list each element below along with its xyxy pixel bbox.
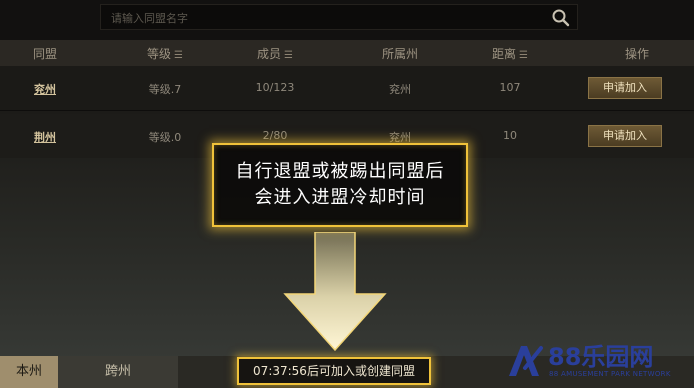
- search-input[interactable]: [109, 8, 533, 28]
- arrow-down-icon: [283, 232, 387, 352]
- sort-icon: ☰: [519, 49, 528, 61]
- tab-local-province[interactable]: 本州: [0, 356, 58, 388]
- union-name-link[interactable]: 兖州: [0, 81, 90, 97]
- header-action: 操作: [624, 46, 649, 61]
- union-distance: 107: [499, 81, 521, 94]
- header-distance[interactable]: 距离 ☰: [440, 45, 580, 62]
- header-union: 同盟: [32, 46, 57, 61]
- callout-line-2: 会进入进盟冷却时间: [254, 187, 426, 208]
- watermark-logo-icon: [509, 346, 543, 376]
- sort-icon: ☰: [174, 49, 183, 61]
- search-box[interactable]: [100, 4, 578, 30]
- cooldown-status: 07:37:56后可加入或创建同盟: [237, 357, 431, 385]
- watermark-subtitle: 88 AMUSEMENT PARK NETWORK: [549, 370, 671, 378]
- apply-join-button[interactable]: 申请加入: [588, 77, 662, 99]
- sort-icon: ☰: [284, 49, 293, 61]
- annotation-callout: 自行退盟或被踢出同盟后 会进入进盟冷却时间: [212, 143, 468, 227]
- union-distance: 10: [503, 129, 517, 142]
- callout-line-1: 自行退盟或被踢出同盟后: [235, 161, 445, 182]
- watermark-name: 88乐园网: [548, 343, 654, 371]
- search-icon[interactable]: [551, 8, 571, 28]
- union-name-link[interactable]: 荆州: [0, 129, 90, 145]
- tab-cross-province[interactable]: 跨州: [58, 356, 178, 388]
- table-row: 兖州 等级.7 10/123 兖州 107 申请加入: [0, 66, 694, 111]
- apply-join-button[interactable]: 申请加入: [588, 125, 662, 147]
- table-header: 同盟 等级 ☰ 成员 ☰ 所属州 距离 ☰ 操作: [0, 40, 694, 66]
